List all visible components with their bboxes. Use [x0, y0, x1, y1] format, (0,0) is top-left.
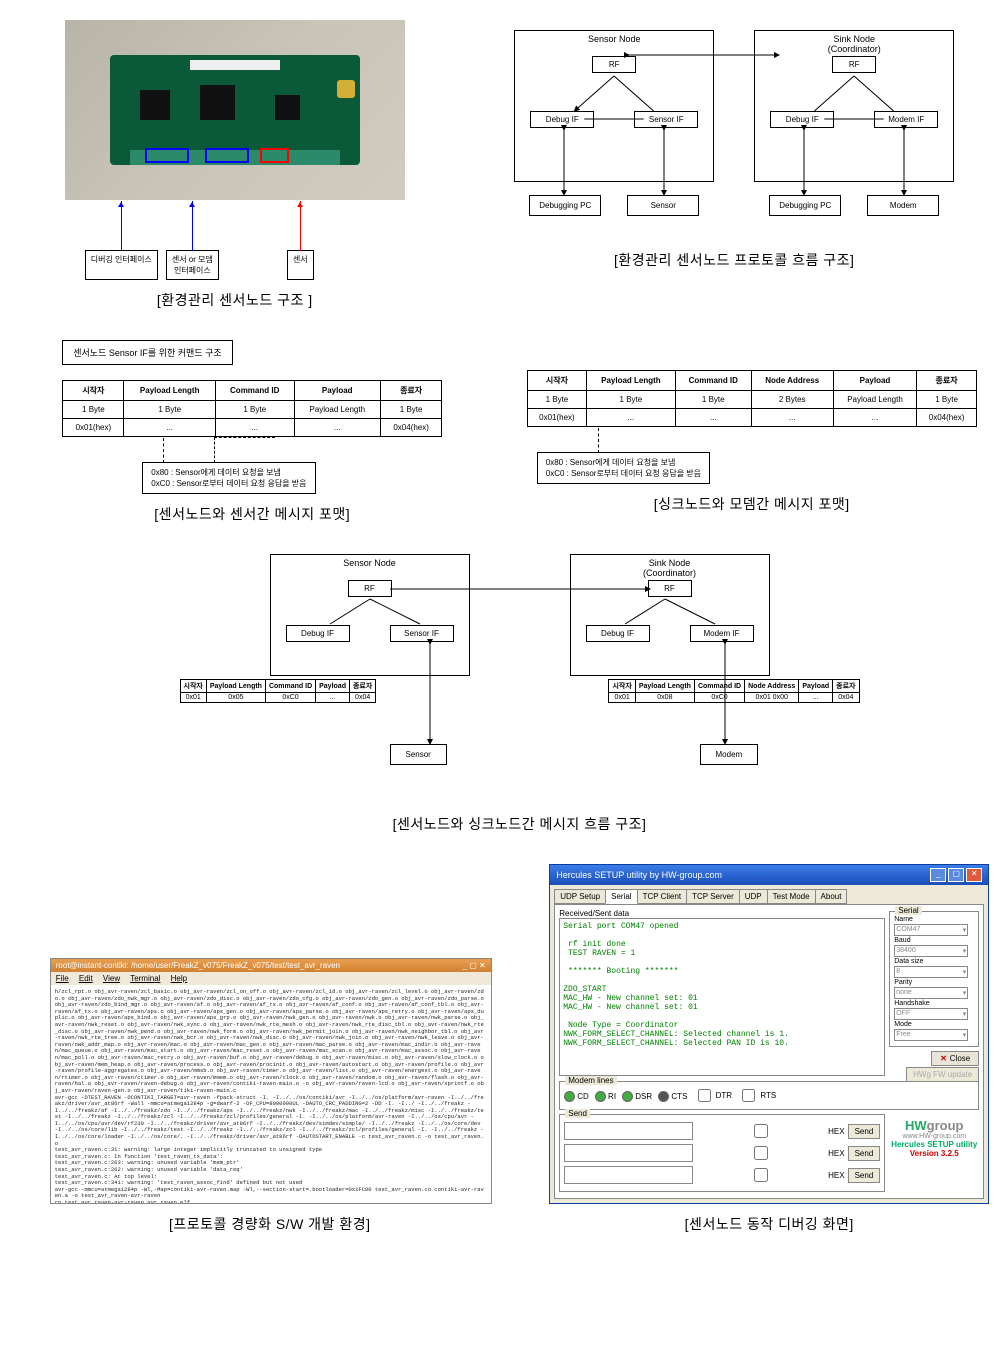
hex-check-2[interactable] — [700, 1146, 822, 1160]
modem-msg-note: 0x80 : Sensor에게 데이터 요청을 보냄 0xC0 : Sensor… — [537, 452, 710, 484]
terminal-window-controls[interactable]: _ ▢ ✕ — [463, 961, 486, 970]
serial-handshake-select[interactable]: OFF▾ — [894, 1008, 968, 1020]
hex-check-3[interactable] — [700, 1168, 822, 1182]
tab-testmode[interactable]: Test Mode — [767, 889, 816, 904]
tab-udpsetup[interactable]: UDP Setup — [554, 889, 606, 904]
serial-mode-select[interactable]: Free▾ — [894, 1029, 968, 1041]
protocol-flow-diagram: Sensor Node RF Debug IF Sensor IF Debugg… — [494, 20, 974, 240]
modem-msg-table: 시작자 Payload Length Command ID Node Addre… — [527, 370, 977, 427]
sensor-msg-table: 시작자 Payload Length Command ID Payload 종료… — [62, 380, 442, 437]
fw-update-button: HWg FW update — [906, 1067, 979, 1082]
dtr-checkbox[interactable]: DTR — [694, 1086, 732, 1105]
send-button-2[interactable]: Send — [848, 1146, 881, 1161]
tab-udp[interactable]: UDP — [739, 889, 768, 904]
tab-serial[interactable]: Serial — [605, 889, 637, 904]
hercules-tabs: UDP SetupSerialTCP ClientTCP ServerUDPTe… — [554, 889, 984, 904]
pcb-label-debug: 디버깅 인터페이스 — [85, 250, 158, 280]
caption-6: [프로토콜 경량화 S/W 개발 환경] — [169, 1214, 370, 1234]
hex-check-1[interactable] — [700, 1124, 822, 1138]
serial-close-button[interactable]: Close — [931, 1051, 979, 1066]
send-group: Send HEXSend HEXSend HEXSend — [559, 1114, 885, 1192]
pcb-label-sensor-modem: 센서 or 모뎀인터페이스 — [166, 250, 219, 280]
tab-tcpclient[interactable]: TCP Client — [637, 889, 688, 904]
close-button[interactable]: ✕ — [966, 868, 982, 882]
send-input-3[interactable] — [564, 1166, 692, 1184]
pcb-label-sensor: 센서 — [287, 250, 314, 280]
tab-tcpserver[interactable]: TCP Server — [686, 889, 740, 904]
tab-about[interactable]: About — [815, 889, 848, 904]
caption-3: [센서노드와 센서간 메시지 포맷] — [154, 504, 350, 524]
terminal-window: root@instant-contiki: /home/user/FreakZ_… — [50, 958, 490, 1204]
modem-lines-group: Modem lines CD RI DSR CTS DTR RTS — [559, 1081, 979, 1110]
serial-name-select[interactable]: COM47▾ — [894, 924, 968, 936]
modem-msg-format: 시작자 Payload Length Command ID Node Addre… — [527, 340, 977, 484]
caption-5: [센서노드와 싱크노드간 메시지 흐름 구조] — [393, 814, 647, 834]
hw-logo: HWgroup www.HW-group.com Hercules SETUP … — [889, 1118, 979, 1158]
serial-baud-select[interactable]: 38400▾ — [894, 945, 968, 957]
hercules-window: Hercules SETUP utility by HW-group.com _… — [549, 864, 989, 1204]
caption-2: [환경관리 센서노드 프로토콜 흐름 구조] — [614, 250, 854, 270]
caption-1: [환경관리 센서노드 구조 ] — [157, 290, 313, 310]
maximize-button[interactable]: ▢ — [948, 868, 964, 882]
terminal-menu[interactable]: File Edit View Terminal Help — [51, 972, 491, 985]
msg-flow-diagram: Sensor Node RF Debug IF Sensor IF Sink N… — [170, 554, 870, 804]
caption-4: [싱크노드와 모뎀간 메시지 포맷] — [654, 494, 850, 514]
rts-checkbox[interactable]: RTS — [738, 1086, 776, 1105]
hercules-title: Hercules SETUP utility by HW-group.com — [556, 870, 722, 880]
serial-output[interactable]: Serial port COM47 opened rf init done TE… — [559, 918, 885, 1076]
serial-parity-select[interactable]: none▾ — [894, 987, 968, 999]
send-button-1[interactable]: Send — [848, 1124, 881, 1139]
terminal-output[interactable]: h/zcl_rpt.o obj_avr-raven/zcl_basic.o ob… — [51, 985, 491, 1203]
pcb-photo-figure: 디버깅 인터페이스 센서 or 모뎀인터페이스 센서 — [65, 20, 405, 280]
terminal-title: root@instant-contiki: /home/user/FreakZ_… — [56, 961, 340, 970]
caption-7: [센서노드 동작 디버깅 화면] — [685, 1214, 854, 1234]
send-input-2[interactable] — [564, 1144, 692, 1162]
send-input-1[interactable] — [564, 1122, 692, 1140]
minimize-button[interactable]: _ — [930, 868, 946, 882]
send-button-3[interactable]: Send — [848, 1168, 881, 1183]
serial-datasize-select[interactable]: 8▾ — [894, 966, 968, 978]
sensor-msg-note: 0x80 : Sensor에게 데이터 요청을 보냄 0xC0 : Sensor… — [142, 462, 315, 494]
sensor-msg-format: 센서노드 Sensor IF를 위한 커맨드 구조 시작자 Payload Le… — [62, 340, 442, 494]
